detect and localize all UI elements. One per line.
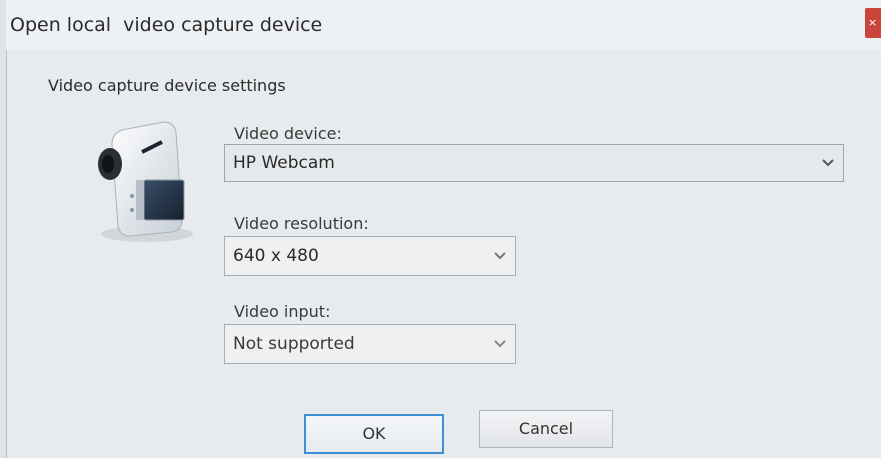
group-label: Video capture device settings xyxy=(48,76,286,95)
window-title: Open local video capture device xyxy=(10,14,323,36)
video-input-label: Video input: xyxy=(234,302,331,321)
title-bar: Open local video capture device × xyxy=(6,0,881,50)
video-resolution-value: 640 x 480 xyxy=(233,246,319,266)
chevron-down-icon xyxy=(494,340,506,348)
cancel-button[interactable]: Cancel xyxy=(479,410,613,448)
video-device-dropdown[interactable]: HP Webcam xyxy=(224,144,844,182)
ok-button[interactable]: OK xyxy=(304,414,444,454)
chevron-down-icon xyxy=(822,159,834,167)
dialog-window: Open local video capture device × Video … xyxy=(6,0,881,458)
video-resolution-dropdown[interactable]: 640 x 480 xyxy=(224,236,516,276)
close-button[interactable]: × xyxy=(865,8,881,38)
video-input-dropdown[interactable]: Not supported xyxy=(224,324,516,364)
video-input-value: Not supported xyxy=(233,334,355,354)
video-device-label: Video device: xyxy=(234,124,342,143)
chevron-down-icon xyxy=(494,252,506,260)
video-device-value: HP Webcam xyxy=(233,153,335,173)
camcorder-icon xyxy=(98,121,193,242)
video-resolution-label: Video resolution: xyxy=(234,214,369,233)
